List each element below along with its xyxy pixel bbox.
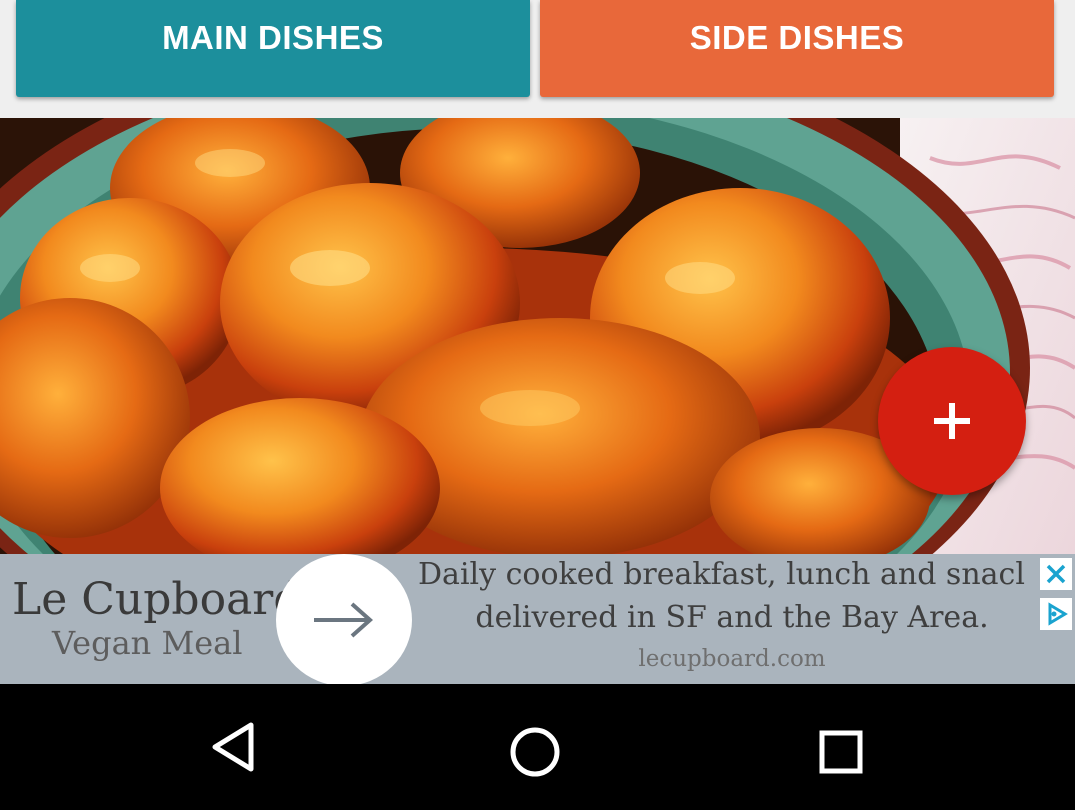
category-bar: MAIN DISHES SIDE DISHES [0,0,1075,118]
nav-recents-button[interactable] [803,712,873,782]
nav-back-button[interactable] [198,712,268,782]
ad-url: lecupboard.com [638,646,826,672]
back-triangle-icon [212,722,254,772]
ad-headline-line1: Daily cooked breakfast, lunch and snacl [418,557,1025,592]
ad-brand-subtitle: Vegan Meal [52,624,243,662]
ad-brand-name: Le Cupboard [12,574,302,625]
recents-square-icon [819,730,863,774]
dish-photo [0,118,1075,554]
dish-photo-illustration [0,118,1075,554]
close-icon [1046,564,1066,584]
add-fab-button[interactable] [878,347,1026,495]
android-navigation-bar [0,684,1075,810]
side-dishes-button[interactable]: SIDE DISHES [540,0,1054,97]
ad-choices-button[interactable] [1040,598,1072,630]
adchoices-icon [1048,602,1068,626]
arrow-right-icon [314,602,374,638]
ad-go-button[interactable] [276,554,412,684]
home-circle-icon [510,727,560,777]
plus-icon [934,403,970,439]
ad-banner[interactable]: Le Cupboard Vegan Meal Daily cooked brea… [0,554,1075,684]
ad-close-button[interactable] [1040,558,1072,590]
main-dishes-button[interactable]: MAIN DISHES [16,0,530,97]
ad-headline-line2: delivered in SF and the Bay Area. [475,600,989,635]
nav-home-button[interactable] [500,712,570,782]
